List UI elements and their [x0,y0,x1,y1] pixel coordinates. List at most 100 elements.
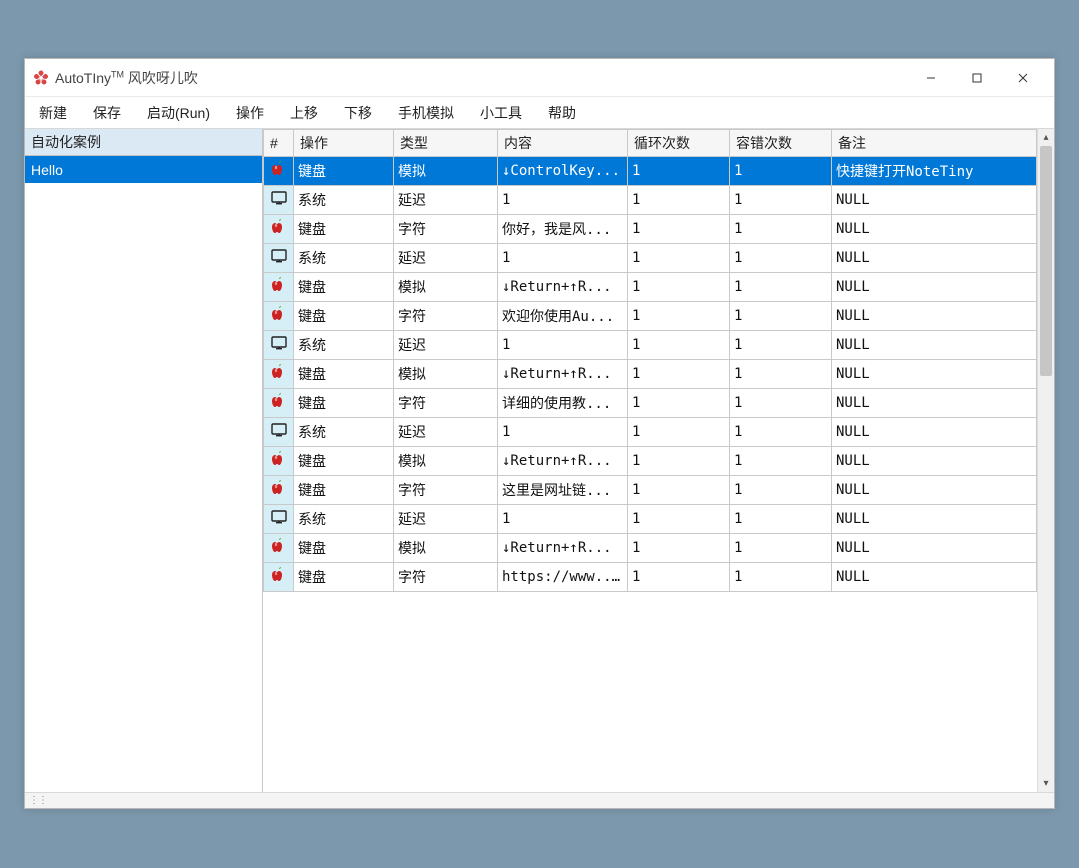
scroll-thumb[interactable] [1040,146,1052,376]
table-row[interactable]: 键盘字符欢迎你使用Au...11NULL [264,302,1037,331]
table-row[interactable]: 系统延迟111NULL [264,331,1037,360]
apple-icon [264,360,294,389]
table-header-5[interactable]: 容错次数 [730,130,832,157]
table-wrap[interactable]: #操作类型内容循环次数容错次数备注 键盘模拟↓ControlKey...11快捷… [263,129,1037,792]
cell-op: 键盘 [294,476,394,505]
table-header-0[interactable]: # [264,130,294,157]
cell-type: 字符 [394,215,498,244]
cell-type: 模拟 [394,157,498,186]
apple-icon [264,215,294,244]
cell-type: 模拟 [394,447,498,476]
table-row[interactable]: 键盘模拟↓ControlKey...11快捷键打开NoteTiny [264,157,1037,186]
menu-item-5[interactable]: 下移 [340,99,376,127]
table-row[interactable]: 键盘模拟↓Return+↑R...11NULL [264,447,1037,476]
main-table-area: #操作类型内容循环次数容错次数备注 键盘模拟↓ControlKey...11快捷… [263,129,1054,792]
cell-tol: 1 [730,157,832,186]
table-header-2[interactable]: 类型 [394,130,498,157]
cell-note: NULL [832,447,1037,476]
titlebar[interactable]: AutoTInyTM 风吹呀儿吹 [25,59,1054,97]
cell-tol: 1 [730,534,832,563]
apple-icon [264,389,294,418]
cell-content: ↓Return+↑R... [498,534,628,563]
cell-op: 键盘 [294,273,394,302]
menu-item-6[interactable]: 手机模拟 [394,99,458,127]
cell-note: NULL [832,215,1037,244]
window-controls [908,63,1046,93]
menu-item-3[interactable]: 操作 [232,99,268,127]
cell-loop: 1 [628,447,730,476]
actions-table: #操作类型内容循环次数容错次数备注 键盘模拟↓ControlKey...11快捷… [263,129,1037,592]
apple-icon [264,476,294,505]
table-row[interactable]: 键盘字符这里是网址链...11NULL [264,476,1037,505]
cell-tol: 1 [730,447,832,476]
menu-item-8[interactable]: 帮助 [544,99,580,127]
table-row[interactable]: 系统延迟111NULL [264,505,1037,534]
cell-note: NULL [832,186,1037,215]
cell-tol: 1 [730,302,832,331]
cell-loop: 1 [628,389,730,418]
menu-item-0[interactable]: 新建 [35,99,71,127]
table-row[interactable]: 键盘模拟↓Return+↑R...11NULL [264,534,1037,563]
cell-op: 键盘 [294,534,394,563]
scroll-down-arrow[interactable]: ▾ [1038,775,1054,792]
menu-item-4[interactable]: 上移 [286,99,322,127]
cell-type: 延迟 [394,418,498,447]
cell-note: 快捷键打开NoteTiny [832,157,1037,186]
table-header-row: #操作类型内容循环次数容错次数备注 [264,130,1037,157]
cell-loop: 1 [628,534,730,563]
cell-loop: 1 [628,186,730,215]
apple-icon [264,273,294,302]
statusbar: ⋮⋮ [25,792,1054,808]
table-header-1[interactable]: 操作 [294,130,394,157]
cell-type: 延迟 [394,331,498,360]
maximize-button[interactable] [954,63,1000,93]
case-item-0[interactable]: Hello [25,156,262,183]
cell-loop: 1 [628,302,730,331]
apple-icon [264,447,294,476]
minimize-button[interactable] [908,63,954,93]
table-row[interactable]: 系统延迟111NULL [264,244,1037,273]
case-list: Hello [25,156,262,183]
cell-tol: 1 [730,215,832,244]
table-row[interactable]: 键盘字符https://www....11NULL [264,563,1037,592]
cell-op: 系统 [294,418,394,447]
cell-content: 这里是网址链... [498,476,628,505]
table-row[interactable]: 键盘字符你好，我是风...11NULL [264,215,1037,244]
cell-type: 模拟 [394,534,498,563]
table-header-6[interactable]: 备注 [832,130,1037,157]
cell-note: NULL [832,273,1037,302]
cell-tol: 1 [730,505,832,534]
close-button[interactable] [1000,63,1046,93]
cell-op: 系统 [294,186,394,215]
cell-content: ↓Return+↑R... [498,360,628,389]
cell-op: 键盘 [294,360,394,389]
table-header-4[interactable]: 循环次数 [628,130,730,157]
cell-type: 字符 [394,302,498,331]
table-row[interactable]: 键盘模拟↓Return+↑R...11NULL [264,273,1037,302]
cell-type: 字符 [394,476,498,505]
statusbar-grip: ⋮⋮ [29,795,47,806]
vertical-scrollbar[interactable]: ▴ ▾ [1037,129,1054,792]
menu-item-7[interactable]: 小工具 [476,99,526,127]
cell-op: 键盘 [294,563,394,592]
cell-tol: 1 [730,360,832,389]
cell-note: NULL [832,563,1037,592]
cell-tol: 1 [730,389,832,418]
table-header-3[interactable]: 内容 [498,130,628,157]
cell-op: 键盘 [294,302,394,331]
cell-content: 1 [498,331,628,360]
cell-type: 延迟 [394,244,498,273]
sidebar-header: 自动化案例 [25,129,262,156]
cell-note: NULL [832,302,1037,331]
table-row[interactable]: 键盘模拟↓Return+↑R...11NULL [264,360,1037,389]
table-row[interactable]: 系统延迟111NULL [264,186,1037,215]
content-area: 自动化案例 Hello #操作类型内容循环次数容错次数备注 键盘模拟↓Contr… [25,129,1054,792]
cell-content: 1 [498,505,628,534]
menu-item-2[interactable]: 启动(Run) [143,99,214,127]
cell-note: NULL [832,505,1037,534]
menu-item-1[interactable]: 保存 [89,99,125,127]
table-row[interactable]: 键盘字符详细的使用教...11NULL [264,389,1037,418]
scroll-up-arrow[interactable]: ▴ [1038,129,1054,146]
table-row[interactable]: 系统延迟111NULL [264,418,1037,447]
cell-type: 延迟 [394,505,498,534]
